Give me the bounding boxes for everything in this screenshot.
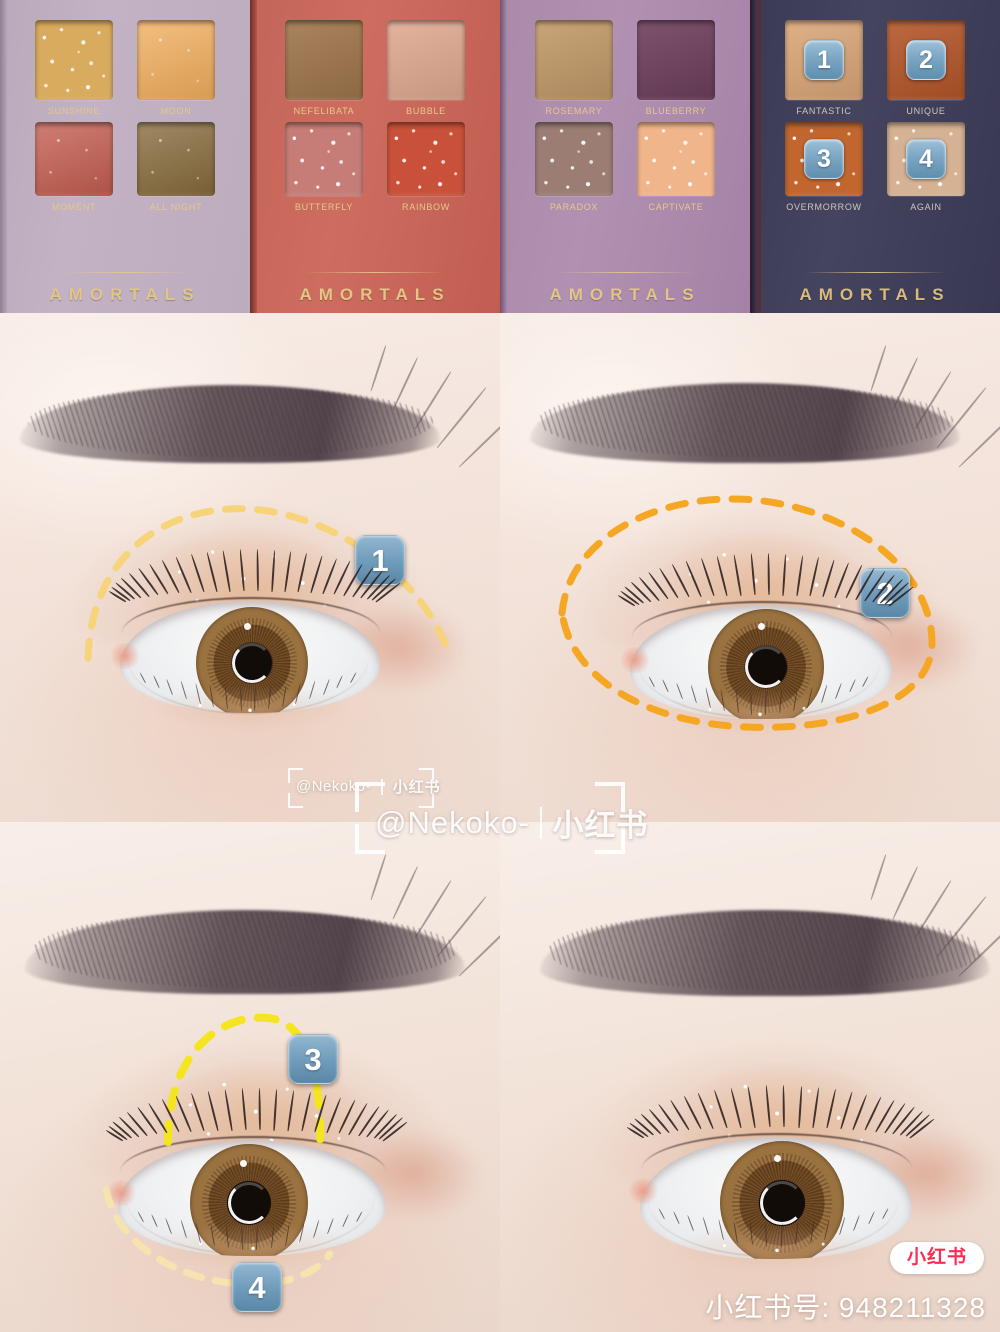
shade-pan[interactable] (35, 122, 113, 196)
brand-wordmark: AMORTALS (549, 285, 701, 304)
step-panel-1[interactable]: 1 @Nekoko- 小红书 (0, 313, 500, 822)
shade-sunshine[interactable]: SUNSHINE (31, 20, 117, 116)
shade-pan[interactable] (637, 20, 715, 100)
watermark-small: @Nekoko- 小红书 (296, 776, 441, 797)
shade-captivate[interactable]: CAPTIVATE (633, 122, 719, 212)
shade-fantastic[interactable]: 1 FANTASTIC (781, 20, 867, 116)
step-panel-4-final[interactable]: 小红书 小红书号: 948211328 (500, 822, 1000, 1332)
shade-label: MOMENT (51, 202, 97, 212)
shade-label: OVERMORROW (786, 202, 862, 212)
step-chip-3: 3 (804, 139, 844, 179)
shade-label: AGAIN (910, 202, 942, 212)
step-panel-3[interactable]: 3 4 (0, 822, 500, 1332)
shade-pan[interactable] (387, 122, 465, 196)
watermark-platform: 小红书 (392, 779, 441, 796)
palette-strip: SUNSHINE MOON MOMENT ALL NIGHT AMORTALS (0, 0, 1000, 313)
lower-lid-shimmer (672, 1224, 882, 1272)
brand-rule (805, 272, 945, 273)
palette-2[interactable]: NEFELIBATA BUBBLE BUTTERFLY RAINBOW AMOR… (250, 0, 500, 313)
palette-4-pans: 1 FANTASTIC 2 UNIQUE 3 OVERMORROW 4 AGAI… (750, 20, 1000, 212)
shade-label: BLUEBERRY (645, 106, 707, 116)
xiaohongshu-badge: 小红书 (889, 1242, 984, 1274)
shade-pan[interactable] (535, 122, 613, 196)
watermark-large: @Nekoko- 小红书 (375, 800, 648, 845)
shade-pan[interactable]: 2 (887, 20, 965, 100)
shade-pan[interactable]: 3 (785, 122, 863, 196)
shade-moon[interactable]: MOON (133, 20, 219, 116)
brand-rule (555, 272, 695, 273)
brand-rule (55, 272, 195, 273)
shade-nefelibata[interactable]: NEFELIBATA (281, 20, 367, 116)
xiaohongshu-user-id: 小红书号: 948211328 (705, 1292, 986, 1323)
shade-label: UNIQUE (906, 106, 946, 116)
shade-label: MOON (160, 106, 192, 116)
shade-pan[interactable] (535, 20, 613, 100)
shade-label: CAPTIVATE (648, 202, 704, 212)
lower-lid-shimmer (150, 685, 350, 731)
eyebrow-hairs (548, 912, 982, 990)
shade-pan[interactable] (137, 20, 215, 100)
palette-3[interactable]: ROSEMARY BLUEBERRY PARADOX CAPTIVATE AMO… (500, 0, 750, 313)
shade-unique[interactable]: 2 UNIQUE (883, 20, 969, 116)
palette-3-pans: ROSEMARY BLUEBERRY PARADOX CAPTIVATE (500, 20, 750, 212)
palette-2-pans: NEFELIBATA BUBBLE BUTTERFLY RAINBOW (250, 20, 500, 212)
shade-overmorrow[interactable]: 3 OVERMORROW (781, 122, 867, 212)
shade-again[interactable]: 4 AGAIN (883, 122, 969, 212)
watermark-platform: 小红书 (552, 808, 649, 843)
brand-wordmark: AMORTALS (49, 285, 201, 304)
shade-label: SUNSHINE (47, 106, 101, 116)
brand-wordmark: AMORTALS (799, 285, 951, 304)
palette-4[interactable]: 1 FANTASTIC 2 UNIQUE 3 OVERMORROW 4 AGAI… (750, 0, 1000, 313)
watermark-handle: @Nekoko- (296, 778, 372, 795)
watermark-divider (381, 778, 383, 795)
lower-lid-shimmer (660, 689, 860, 735)
shade-pan[interactable] (285, 20, 363, 100)
shade-label: PARADOX (549, 202, 599, 212)
watermark-handle: @Nekoko- (375, 804, 530, 840)
shade-pan[interactable] (637, 122, 715, 196)
watermark-divider (539, 806, 543, 839)
shade-label: ALL NIGHT (149, 202, 203, 212)
palette-1-pans: SUNSHINE MOON MOMENT ALL NIGHT (0, 20, 250, 212)
shade-rosemary[interactable]: ROSEMARY (531, 20, 617, 116)
step-chip-2: 2 (906, 40, 946, 80)
palette-1[interactable]: SUNSHINE MOON MOMENT ALL NIGHT AMORTALS (0, 0, 250, 313)
shade-label: BUTTERFLY (294, 202, 354, 212)
eyebrow-hairs (28, 387, 433, 457)
step-badge-4: 4 (232, 1262, 282, 1312)
brand-wordmark: AMORTALS (299, 285, 451, 304)
makeup-tutorial-collage: SUNSHINE MOON MOMENT ALL NIGHT AMORTALS (0, 0, 1000, 1332)
shade-all-night[interactable]: ALL NIGHT (133, 122, 219, 212)
shade-label: RAINBOW (402, 202, 450, 212)
eyebrow-hairs (33, 912, 457, 988)
shade-label: FANTASTIC (796, 106, 852, 116)
step-chip-1: 1 (804, 40, 844, 80)
shade-pan[interactable] (285, 122, 363, 196)
shade-bubble[interactable]: BUBBLE (383, 20, 469, 116)
shade-label: ROSEMARY (545, 106, 603, 116)
shade-pan[interactable] (35, 20, 113, 100)
step-chip-4: 4 (906, 139, 946, 179)
shade-pan[interactable]: 1 (785, 20, 863, 100)
step-badge-3: 3 (288, 1034, 338, 1084)
shade-pan[interactable]: 4 (887, 122, 965, 196)
shade-label: BUBBLE (406, 106, 446, 116)
eyebrow-hairs (538, 385, 953, 457)
step-badge-1: 1 (355, 535, 405, 585)
shade-label: NEFELIBATA (293, 106, 355, 116)
shade-pan[interactable] (387, 20, 465, 100)
shade-rainbow[interactable]: RAINBOW (383, 122, 469, 212)
shade-blueberry[interactable]: BLUEBERRY (633, 20, 719, 116)
shade-butterfly[interactable]: BUTTERFLY (281, 122, 367, 212)
step-panel-2[interactable]: 2 (500, 313, 1000, 822)
shade-moment[interactable]: MOMENT (31, 122, 117, 212)
shade-paradox[interactable]: PARADOX (531, 122, 617, 212)
brand-rule (305, 272, 445, 273)
shade-pan[interactable] (137, 122, 215, 196)
